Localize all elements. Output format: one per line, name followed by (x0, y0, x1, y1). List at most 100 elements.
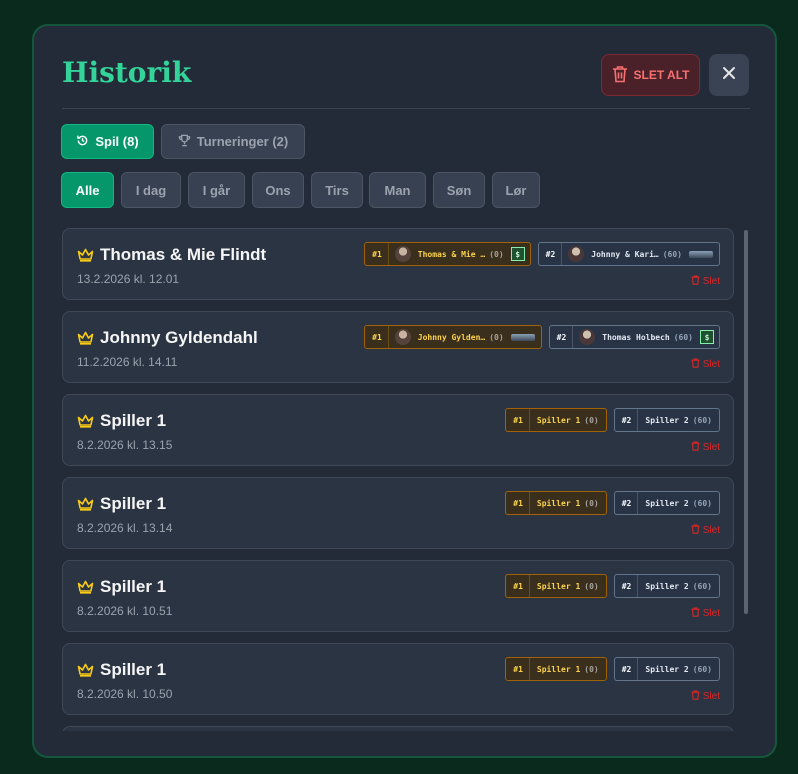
player-name: Spiller 1 (536, 415, 581, 425)
player-score: (0) (489, 332, 504, 342)
player-chip: #2 Thomas Holbech (60) $ (548, 325, 720, 349)
delete-game-button[interactable]: Slet (691, 524, 720, 537)
player-rank: #2 (615, 492, 639, 514)
delete-game-button[interactable]: Slet (691, 690, 720, 703)
player-name: Spiller 2 (645, 415, 689, 425)
player-score: (0) (489, 249, 504, 259)
game-date: 8.2.2026 kl. 10.51 (77, 604, 173, 618)
delete-game-label: Slet (702, 276, 720, 287)
player-name: Spiller 2 (645, 498, 689, 508)
player-name: Thomas Holbech (602, 332, 670, 342)
player-chip: #2 Spiller 2 (60) (613, 491, 720, 515)
day-filter-i-dag[interactable]: I dag (121, 172, 181, 208)
tab-games[interactable]: Spil (8) (61, 124, 154, 159)
delete-game-button[interactable]: Slet (691, 358, 720, 371)
player-rank: #2 (615, 575, 639, 597)
crown-icon (77, 331, 94, 350)
game-date: 8.2.2026 kl. 13.15 (77, 438, 173, 452)
plate-icon (689, 250, 713, 258)
avatar (394, 329, 411, 345)
game-card[interactable] (62, 726, 734, 731)
game-card[interactable]: Johnny Gyldendahl 11.2.2026 kl. 14.11 Slet… (62, 311, 734, 383)
player-chip: #2 Johnny & Kari… (60) (537, 242, 720, 266)
player-name: Thomas & Mie … (417, 249, 486, 259)
tab-tournaments-label: Turneringer (2) (196, 134, 289, 149)
player-chips: #1 Spiller 1 (0) #2 Spiller 2 (60) (505, 657, 720, 681)
day-filter-i-gaar[interactable]: I går (188, 172, 245, 208)
crown-icon (77, 580, 94, 599)
player-rank: #2 (615, 409, 639, 431)
money-icon: $ (510, 247, 525, 261)
delete-game-button[interactable]: Slet (691, 275, 720, 288)
winner-name: Spiller 1 (100, 660, 167, 679)
crown-icon (77, 497, 94, 516)
game-card[interactable]: Spiller 1 8.2.2026 kl. 10.50 Slet #1 Spiller… (62, 643, 734, 715)
player-score: (60) (692, 581, 712, 591)
crown-icon (77, 663, 94, 682)
player-score: (0) (584, 581, 599, 591)
player-score: (60) (673, 332, 693, 342)
day-filter-lor[interactable]: Lør (492, 172, 540, 208)
tab-games-label: Spil (8) (95, 134, 139, 149)
game-date: 13.2.2026 kl. 12.01 (77, 272, 180, 286)
winner-name: Spiller 1 (100, 494, 167, 513)
close-button[interactable] (709, 54, 749, 96)
player-name: Johnny & Kari… (591, 249, 659, 259)
day-filter-alle[interactable]: Alle (61, 172, 114, 208)
game-card[interactable]: Spiller 1 8.2.2026 kl. 10.51 Slet #1 Spiller… (62, 560, 734, 632)
trash-icon (612, 65, 628, 86)
day-filter-ons[interactable]: Ons (252, 172, 304, 208)
player-name: Spiller 1 (536, 498, 581, 508)
player-score: (60) (692, 664, 712, 674)
player-name: Spiller 1 (536, 664, 581, 674)
player-name: Spiller 2 (645, 581, 689, 591)
day-filter-man[interactable]: Man (369, 172, 426, 208)
player-score: (0) (584, 664, 599, 674)
money-icon: $ (700, 330, 714, 344)
avatar (579, 329, 596, 345)
player-rank: #1 (506, 409, 530, 431)
player-chip: #1 Spiller 1 (0) (505, 657, 607, 681)
delete-game-label: Slet (702, 608, 720, 619)
delete-game-button[interactable]: Slet (691, 441, 720, 454)
player-score: (60) (692, 415, 712, 425)
day-filter-tirs[interactable]: Tirs (311, 172, 363, 208)
player-chips: #1 Spiller 1 (0) #2 Spiller 2 (60) (505, 491, 720, 515)
player-score: (0) (584, 498, 599, 508)
day-filter-son[interactable]: Søn (433, 172, 485, 208)
trash-icon (691, 607, 700, 620)
scrollbar[interactable] (744, 230, 748, 614)
player-score: (60) (662, 249, 682, 259)
game-date: 11.2.2026 kl. 14.11 (77, 355, 178, 369)
winner-name: Spiller 1 (100, 411, 167, 430)
player-chips: #1 Spiller 1 (0) #2 Spiller 2 (60) (505, 574, 720, 598)
delete-game-label: Slet (702, 525, 720, 536)
player-name: Spiller 2 (645, 664, 689, 674)
player-rank: #2 (615, 658, 639, 680)
delete-all-button[interactable]: SLET ALT (601, 54, 700, 96)
close-icon (722, 66, 736, 85)
player-rank: #1 (365, 326, 389, 348)
player-name: Spiller 1 (536, 581, 581, 591)
game-list: Thomas & Mie Flindt 13.2.2026 kl. 12.01 Sl… (62, 228, 736, 731)
game-card[interactable]: Spiller 1 8.2.2026 kl. 13.14 Slet #1 Spiller… (62, 477, 734, 549)
game-card[interactable]: Thomas & Mie Flindt 13.2.2026 kl. 12.01 Sl… (62, 228, 734, 300)
game-card[interactable]: Spiller 1 8.2.2026 kl. 13.15 Slet #1 Spiller… (62, 394, 734, 466)
trash-icon (691, 275, 700, 288)
winner-name: Thomas & Mie Flindt (100, 245, 267, 264)
history-icon (76, 134, 89, 150)
player-chip: #2 Spiller 2 (60) (613, 408, 720, 432)
winner-name: Spiller 1 (100, 577, 167, 596)
trash-icon (691, 358, 700, 371)
player-rank: #1 (506, 658, 530, 680)
player-rank: #1 (506, 492, 530, 514)
player-chip: #1 Spiller 1 (0) (505, 574, 607, 598)
tab-tournaments[interactable]: Turneringer (2) (161, 124, 305, 159)
page-title: Historik (62, 56, 192, 89)
game-date: 8.2.2026 kl. 10.50 (77, 687, 173, 701)
delete-game-label: Slet (702, 359, 720, 370)
player-chip: #2 Spiller 2 (60) (613, 574, 720, 598)
trash-icon (691, 524, 700, 537)
player-rank: #1 (506, 575, 530, 597)
delete-game-button[interactable]: Slet (691, 607, 720, 620)
